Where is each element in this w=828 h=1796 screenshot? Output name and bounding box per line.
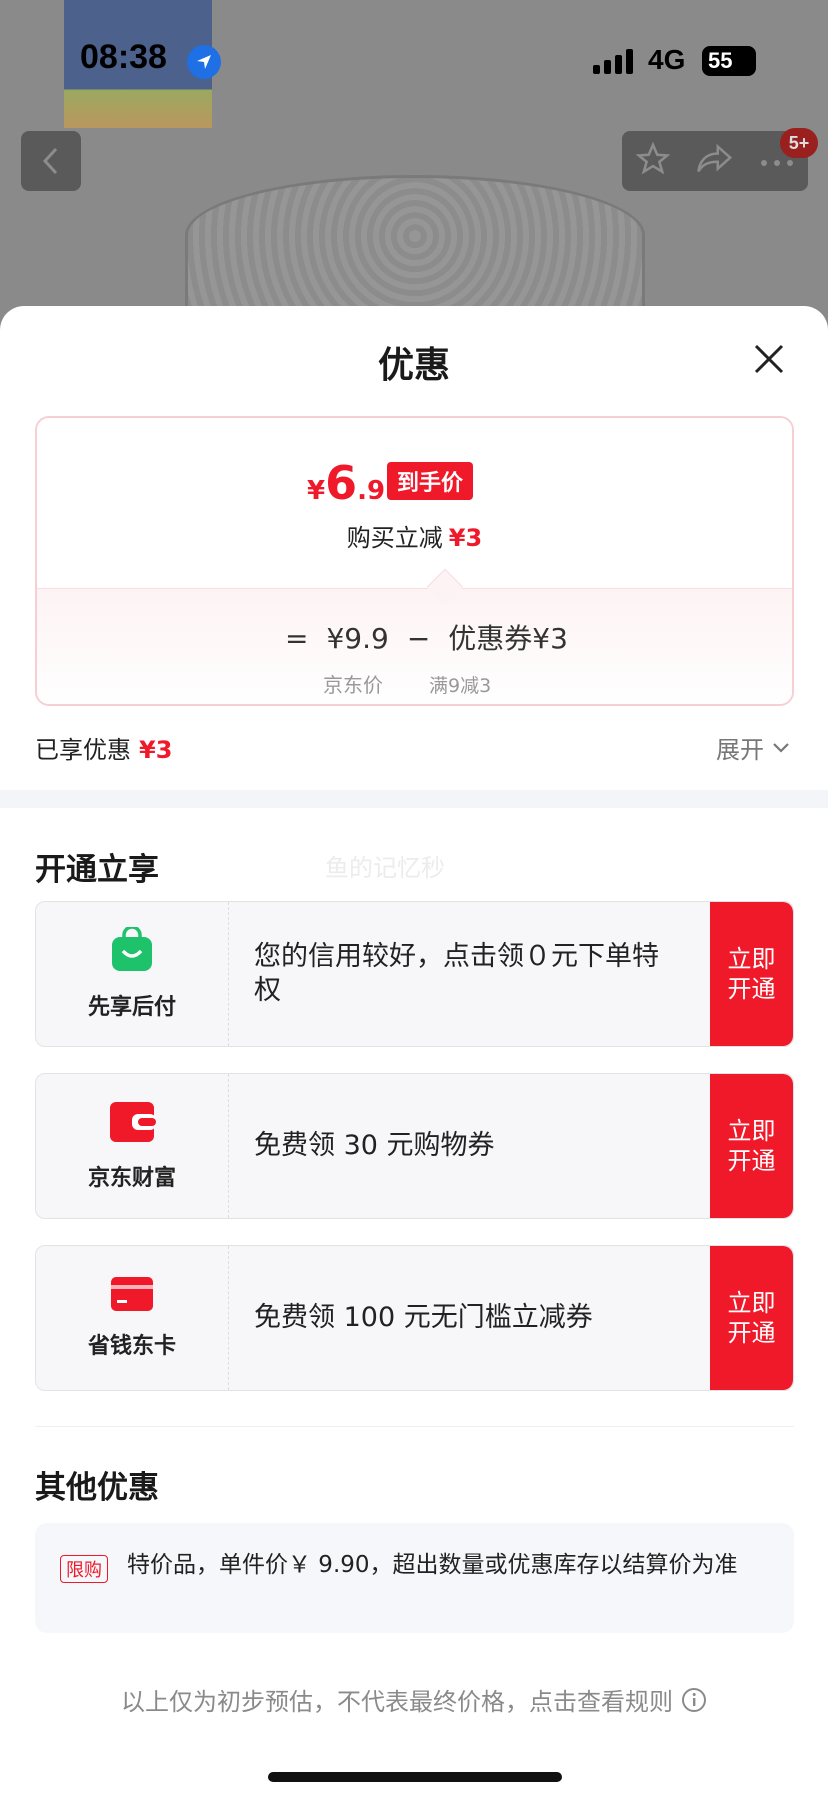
offer-card-jd-wealth[interactable]: 京东财富 免费领 30 元购物券 立即 开通 — [35, 1073, 794, 1219]
offer-card-savings-card[interactable]: 省钱东卡 免费领 100 元无门槛立减券 立即 开通 — [35, 1245, 794, 1391]
chevron-down-icon — [773, 742, 789, 753]
wallet-icon — [108, 1100, 156, 1148]
offer-card-pay-later[interactable]: 先享后付 您的信用较好，点击领０元下单特权 立即 开通 — [35, 901, 794, 1047]
disclaimer-link[interactable]: 以上仅为初步预估，不代表最终价格，点击查看规则 — [0, 1682, 828, 1717]
final-price-integer: 6 — [325, 456, 358, 510]
jd-price-label: 京东价 — [323, 673, 383, 697]
price-formula: = ¥9.9 − 优惠券¥3 — [285, 617, 568, 657]
instant-discount-label: 购买立减 — [346, 524, 443, 552]
location-icon — [187, 45, 221, 79]
final-price-tag: 到手价 — [387, 462, 474, 500]
back-button[interactable] — [21, 131, 81, 191]
activate-button[interactable]: 立即 开通 — [710, 1246, 793, 1390]
sheet-title: 优惠 — [377, 345, 450, 386]
activate-button[interactable]: 立即 开通 — [710, 1074, 793, 1218]
discount-sheet: 优惠 ¥ 6 .9 到手价 购买立减 ¥3 = ¥9.9 − 优惠券¥3 京东价 … — [0, 306, 828, 1796]
home-indicator[interactable] — [268, 1772, 562, 1782]
expand-label: 展开 — [716, 736, 764, 764]
final-price: ¥ 6 .9 — [307, 456, 385, 510]
close-icon — [754, 344, 784, 374]
final-price-yen: ¥ — [307, 476, 326, 506]
offer-name: 京东财富 — [87, 1166, 176, 1191]
share-icon[interactable] — [697, 143, 733, 179]
divider — [35, 1426, 794, 1427]
jd-price: ¥9.9 — [326, 622, 389, 655]
limit-tag: 限购 — [60, 1555, 108, 1583]
shopping-bag-icon — [109, 925, 155, 977]
info-icon — [682, 1687, 706, 1712]
offer-description: 您的信用较好，点击领０元下单特权 — [254, 941, 659, 1006]
battery-level: 55 — [708, 48, 733, 73]
card-icon — [110, 1276, 154, 1316]
status-time: 08:38 — [80, 38, 167, 76]
instant-discount-value: ¥3 — [448, 524, 483, 552]
close-button[interactable] — [752, 342, 786, 376]
offer-description: 免费领 100 元无门槛立减券 — [254, 1302, 593, 1334]
offer-description: 免费领 30 元购物券 — [254, 1130, 495, 1162]
price-breakdown-card: ¥ 6 .9 到手价 购买立减 ¥3 = ¥9.9 − 优惠券¥3 京东价 满9减… — [35, 416, 794, 706]
limit-text: 特价品，单件价￥ 9.90，超出数量或优惠库存以结算价为准 — [127, 1552, 738, 1578]
battery-icon: 55 — [702, 46, 756, 76]
message-count-badge: 5+ — [780, 128, 818, 158]
offer-name: 省钱东卡 — [87, 1334, 176, 1359]
minus-sign: − — [406, 622, 431, 655]
enjoyed-discount-value: ¥3 — [139, 736, 173, 764]
watermark-text: 鱼的记忆秒 — [325, 854, 445, 882]
instant-discount: 购买立减 ¥3 — [37, 518, 792, 553]
offer-name: 先享后付 — [87, 995, 176, 1020]
enjoyed-discount-label: 已享优惠 — [35, 736, 131, 764]
other-section-title: 其他优惠 — [35, 1470, 159, 1506]
equals-sign: = — [285, 622, 309, 655]
enjoyed-discount: 已享优惠 ¥3 — [35, 730, 172, 765]
activate-button[interactable]: 立即 开通 — [710, 902, 793, 1046]
final-price-decimal: .9 — [357, 476, 386, 506]
favorite-star-icon[interactable] — [635, 141, 671, 180]
network-type: 4G — [648, 44, 686, 75]
open-section-title: 开通立享 — [35, 852, 159, 888]
section-divider — [0, 790, 828, 808]
coupon-rule: 满9减3 — [429, 675, 492, 697]
expand-button[interactable]: 展开 — [716, 730, 790, 765]
coupon-amount: 优惠券¥3 — [448, 622, 568, 655]
limit-purchase-notice: 限购 特价品，单件价￥ 9.90，超出数量或优惠库存以结算价为准 — [35, 1523, 794, 1633]
signal-icon — [593, 48, 633, 74]
disclaimer-text: 以上仅为初步预估，不代表最终价格，点击查看规则 — [121, 1688, 673, 1716]
